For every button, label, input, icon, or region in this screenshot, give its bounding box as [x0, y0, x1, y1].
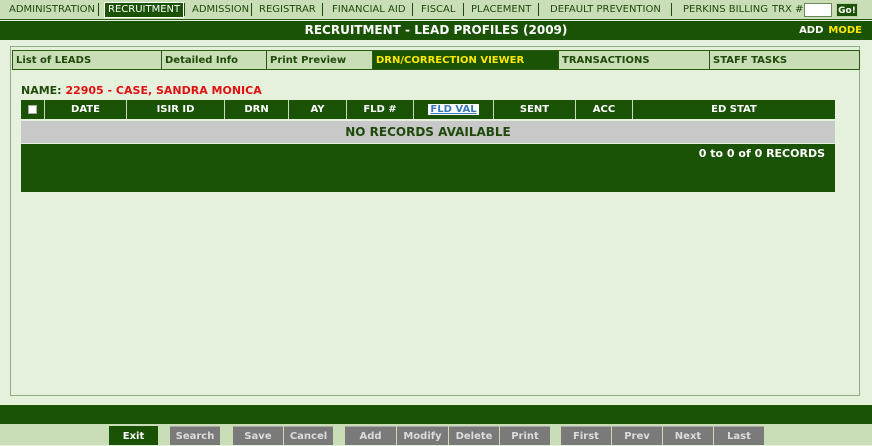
column-header-fld-val[interactable]: FLD VAL [414, 100, 494, 119]
nav-item-perkins-billing[interactable]: PERKINS BILLING [683, 2, 768, 18]
mode-indicator: ADD MODE [799, 21, 862, 40]
column-header-date[interactable]: DATE [45, 100, 127, 119]
bottom-bar [0, 405, 872, 424]
tab-list-of-leads[interactable]: List of LEADS [12, 50, 162, 70]
prev-button[interactable]: Prev [612, 426, 662, 445]
page-title: RECRUITMENT - LEAD PROFILES (2009) [304, 23, 568, 37]
first-button[interactable]: First [561, 426, 611, 445]
tab-strip: List of LEADS Detailed Info Print Previe… [12, 50, 860, 70]
top-navigation-bar: ADMINISTRATION RECRUITMENT ADMISSION REG… [0, 0, 872, 20]
table-footer: 0 to 0 of 0 RECORDS [21, 144, 835, 192]
print-button[interactable]: Print [500, 426, 550, 445]
nav-separator [251, 3, 252, 16]
column-header-ay[interactable]: AY [289, 100, 347, 119]
nav-item-recruitment[interactable]: RECRUITMENT [104, 2, 185, 18]
mode-label: MODE [828, 25, 862, 36]
name-value: 22905 - CASE, SANDRA MONICA [65, 84, 262, 97]
record-count: 0 to 0 of 0 RECORDS [698, 147, 825, 160]
nav-item-registrar[interactable]: REGISTRAR [259, 2, 316, 18]
tab-drn-correction-viewer[interactable]: DRN/CORRECTION VIEWER [372, 50, 559, 70]
last-button[interactable]: Last [714, 426, 764, 445]
content-panel [10, 46, 860, 396]
nav-item-admission[interactable]: ADMISSION [192, 2, 249, 18]
fld-val-label: FLD VAL [428, 104, 479, 115]
column-header-acc[interactable]: ACC [576, 100, 633, 119]
nav-separator [412, 3, 413, 16]
search-button[interactable]: Search [170, 426, 220, 445]
nav-item-placement[interactable]: PLACEMENT [471, 2, 531, 18]
select-all-column [21, 100, 45, 119]
nav-separator [184, 3, 185, 16]
tab-transactions[interactable]: TRANSACTIONS [558, 50, 710, 70]
column-header-isir-id[interactable]: ISIR ID [127, 100, 225, 119]
column-header-drn[interactable]: DRN [225, 100, 289, 119]
delete-button[interactable]: Delete [449, 426, 499, 445]
column-header-ed-stat[interactable]: ED STAT [633, 100, 835, 119]
tab-detailed-info[interactable]: Detailed Info [161, 50, 267, 70]
name-label: NAME: [21, 84, 62, 97]
add-label: ADD [799, 25, 824, 36]
trx-label: TRX #: [772, 4, 807, 15]
nav-separator [322, 3, 323, 16]
nav-separator [671, 3, 672, 16]
nav-item-financial-aid[interactable]: FINANCIAL AID [332, 2, 406, 18]
empty-table-message: NO RECORDS AVAILABLE [21, 121, 835, 143]
cancel-button[interactable]: Cancel [284, 426, 333, 445]
nav-item-default-prevention[interactable]: DEFAULT PREVENTION [550, 2, 661, 18]
add-button[interactable]: Add [345, 426, 396, 445]
modify-button[interactable]: Modify [397, 426, 448, 445]
nav-separator [538, 3, 539, 16]
select-all-checkbox[interactable] [28, 105, 37, 114]
go-button[interactable]: Go! [836, 3, 858, 17]
nav-separator [98, 3, 99, 16]
column-header-sent[interactable]: SENT [494, 100, 576, 119]
nav-item-administration[interactable]: ADMINISTRATION [9, 2, 95, 18]
nav-separator [463, 3, 464, 16]
nav-item-fiscal[interactable]: FISCAL [421, 2, 455, 18]
trx-number-input[interactable] [804, 3, 832, 17]
save-button[interactable]: Save [233, 426, 283, 445]
tab-staff-tasks[interactable]: STAFF TASKS [709, 50, 860, 70]
exit-button[interactable]: Exit [109, 426, 158, 445]
next-button[interactable]: Next [663, 426, 713, 445]
table-header: DATE ISIR ID DRN AY FLD # FLD VAL SENT A… [21, 100, 835, 119]
tab-print-preview[interactable]: Print Preview [266, 50, 373, 70]
record-name: NAME: 22905 - CASE, SANDRA MONICA [21, 84, 262, 97]
column-header-fld-number[interactable]: FLD # [347, 100, 414, 119]
title-bar: RECRUITMENT - LEAD PROFILES (2009) ADD MO… [0, 21, 872, 40]
